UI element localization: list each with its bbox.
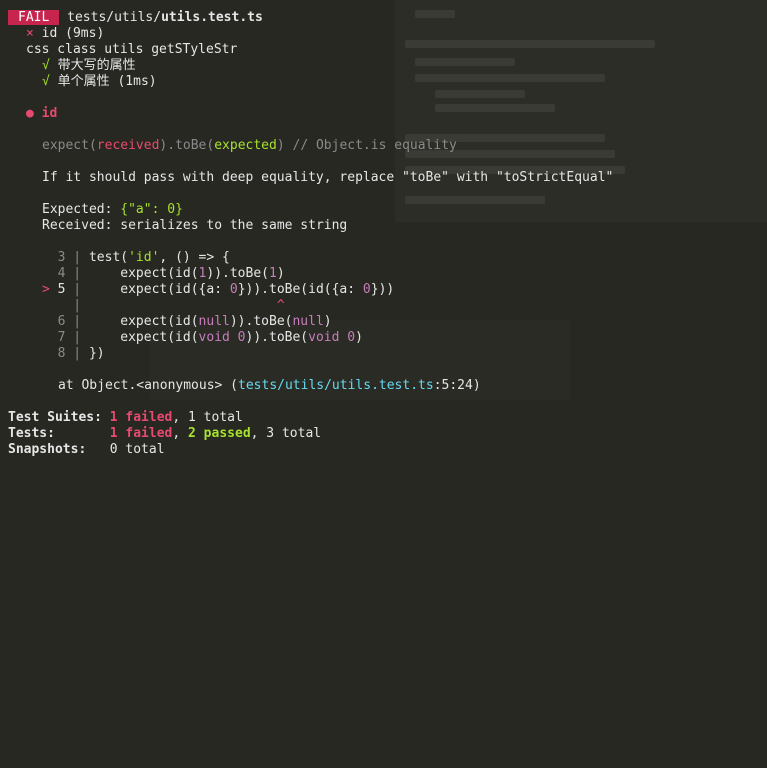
pass-check-icon: √ bbox=[42, 58, 50, 73]
expected-word: expected bbox=[214, 138, 277, 153]
code-line-7: 7 | expect(id(void 0)).toBe(void 0) bbox=[57, 330, 363, 345]
passed-test-item: √ 单个属性 (1ms) bbox=[42, 74, 157, 90]
failed-test-item: × id (9ms) bbox=[26, 26, 104, 42]
fail-header: FAIL tests/utils/utils.test.ts bbox=[8, 10, 263, 26]
summary-snapshots: Snapshots: 0 total bbox=[8, 442, 165, 457]
terminal-output: FAIL tests/utils/utils.test.ts × id (9ms… bbox=[0, 0, 767, 463]
stack-trace: at Object.<anonymous> (tests/utils/utils… bbox=[58, 378, 481, 393]
stack-trace-file-link[interactable]: tests/utils/utils.test.ts bbox=[238, 378, 434, 393]
summary-test-suites: Test Suites: 1 failed, 1 total bbox=[8, 410, 243, 425]
suite-name: css class utils getSTyleStr bbox=[26, 42, 238, 57]
tests-failed-count: 1 failed bbox=[109, 426, 173, 441]
code-line-8: 8 | }) bbox=[57, 346, 105, 361]
fail-badge: FAIL bbox=[8, 10, 60, 25]
test-file-dir: tests/utils/ bbox=[67, 10, 162, 25]
passed-test-name: 单个属性 (1ms) bbox=[57, 74, 157, 89]
received-value: serializes to the same string bbox=[120, 218, 348, 233]
error-bullet-icon: ● bbox=[26, 106, 34, 121]
code-line-3: 3 | test('id', () => { bbox=[57, 250, 230, 265]
expected-line: Expected: {"a": 0} bbox=[42, 202, 183, 217]
received-line: Received: serializes to the same string bbox=[42, 218, 348, 233]
received-word: received bbox=[96, 138, 160, 153]
assertion-line: expect(received).toBe(expected) // Objec… bbox=[42, 138, 457, 153]
suites-failed-count: 1 failed bbox=[109, 410, 173, 425]
expected-value: {"a": 0} bbox=[120, 202, 183, 217]
code-line-6: 6 | expect(id(null)).toBe(null) bbox=[57, 314, 332, 329]
error-caret-icon: ^ bbox=[276, 298, 285, 313]
fail-cross-icon: × bbox=[26, 26, 34, 41]
error-test-name: id bbox=[41, 106, 58, 121]
pass-check-icon: √ bbox=[42, 74, 50, 89]
test-file-name: utils.test.ts bbox=[161, 10, 263, 25]
error-line-marker-icon: > bbox=[42, 282, 50, 297]
failed-test-name: id (9ms) bbox=[41, 26, 105, 41]
summary-tests: Tests: 1 failed, 2 passed, 3 total bbox=[8, 426, 322, 441]
tests-passed-count: 2 passed bbox=[188, 426, 251, 441]
code-line-4: 4 | expect(id(1)).toBe(1) bbox=[57, 266, 285, 281]
passed-test-item: √ 带大写的属性 bbox=[42, 58, 136, 74]
passed-test-name: 带大写的属性 bbox=[57, 58, 136, 73]
deep-equality-hint: If it should pass with deep equality, re… bbox=[42, 170, 614, 185]
code-line-5-highlighted: > 5 | expect(id({a: 0})).toBe(id({a: 0})… bbox=[42, 282, 395, 297]
error-title: ● id bbox=[26, 106, 57, 122]
code-caret-line: | ^ bbox=[42, 298, 285, 313]
